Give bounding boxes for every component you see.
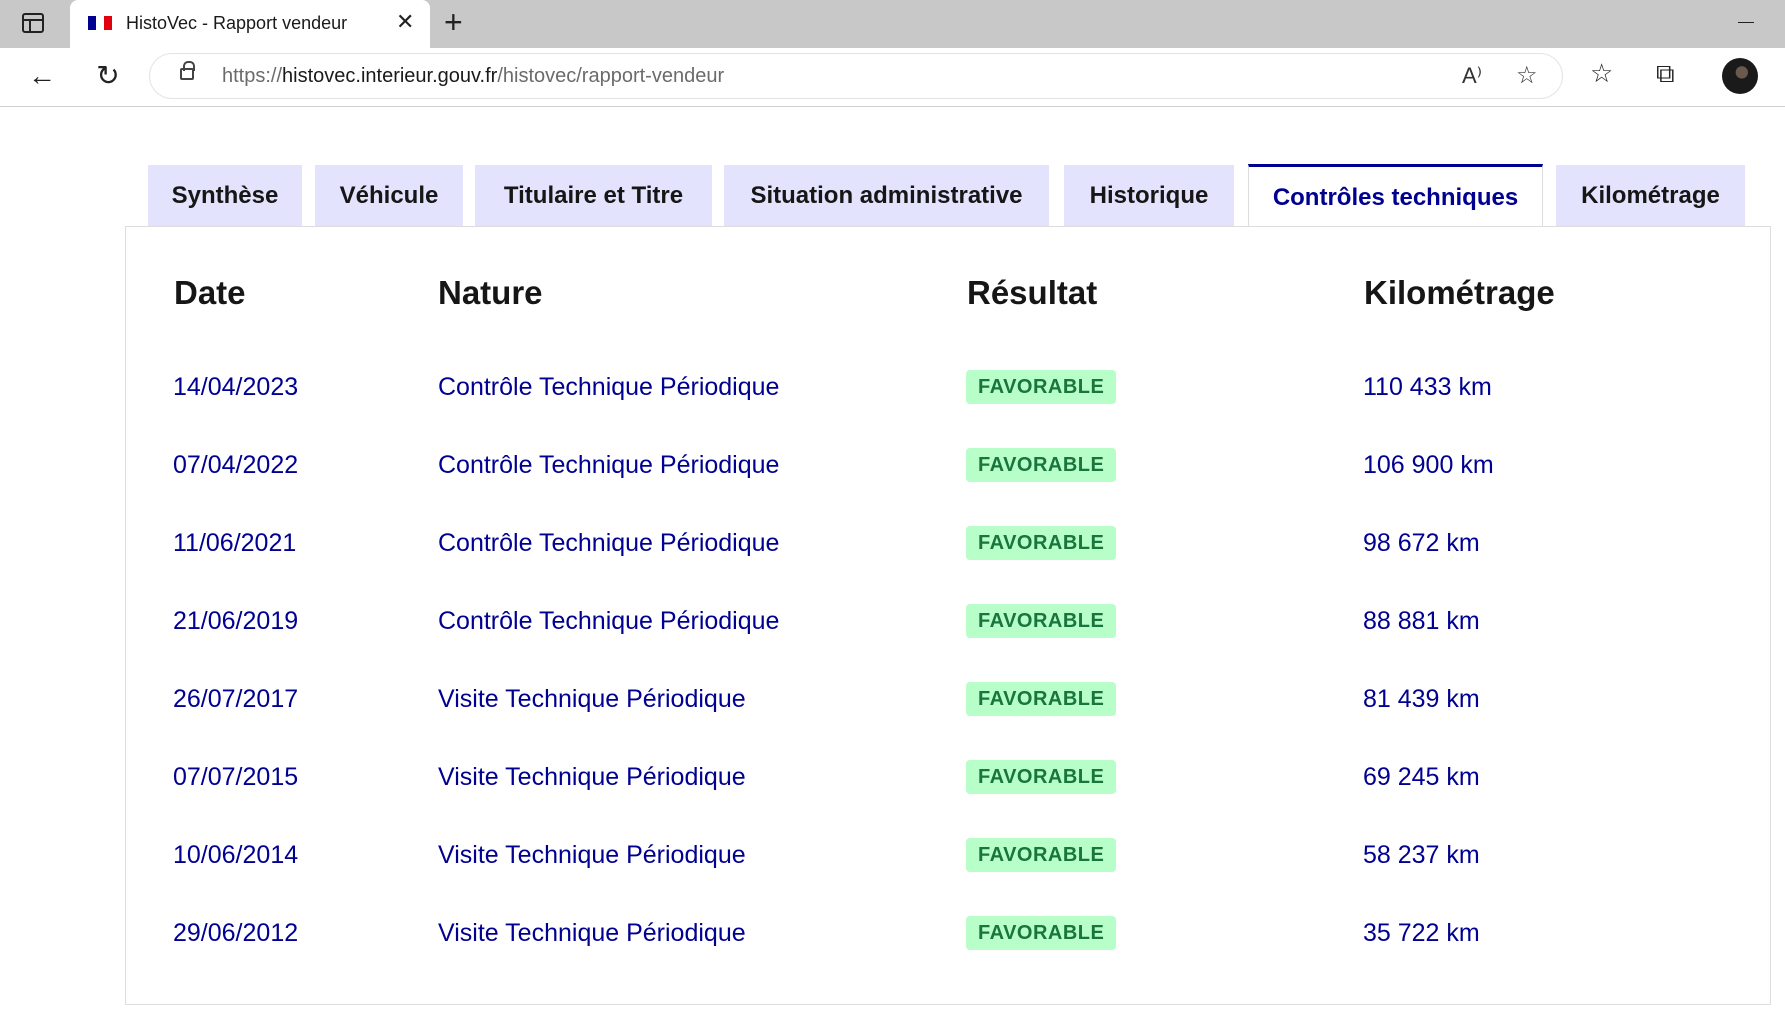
- reload-icon[interactable]: ↻: [90, 58, 126, 94]
- row-date: 29/06/2012: [173, 919, 299, 947]
- tab-controles-techniques[interactable]: Contrôles techniques: [1248, 164, 1543, 228]
- browser-tab[interactable]: HistoVec - Rapport vendeur ✕: [70, 0, 430, 48]
- close-tab-icon[interactable]: ✕: [396, 11, 414, 33]
- table-row: 07/04/2022 Contrôle Technique Périodique…: [0, 448, 1785, 518]
- tab-situation-administrative[interactable]: Situation administrative: [724, 165, 1049, 227]
- url-text[interactable]: https://histovec.interieur.gouv.fr/histo…: [222, 65, 724, 88]
- row-mileage: 35 722 km: [1363, 919, 1480, 947]
- row-date: 10/06/2014: [173, 841, 299, 869]
- tab-vehicule[interactable]: Véhicule: [315, 165, 463, 227]
- row-nature: Visite Technique Périodique: [438, 763, 746, 791]
- row-date: 07/04/2022: [173, 451, 299, 479]
- row-date: 21/06/2019: [173, 607, 299, 635]
- header-nature: Nature: [438, 274, 543, 311]
- row-mileage: 110 433 km: [1363, 373, 1492, 401]
- profile-avatar[interactable]: [1722, 58, 1758, 94]
- header-date: Date: [174, 274, 246, 311]
- row-mileage: 106 900 km: [1363, 451, 1494, 479]
- read-aloud-icon[interactable]: A⁾: [1462, 62, 1482, 90]
- status-badge: FAVORABLE: [966, 370, 1117, 404]
- row-nature: Visite Technique Périodique: [438, 685, 746, 713]
- status-badge: FAVORABLE: [966, 916, 1117, 950]
- add-favorite-icon[interactable]: ☆: [1516, 62, 1538, 90]
- header-mileage: Kilométrage: [1364, 274, 1555, 311]
- sidebar-toggle-icon[interactable]: [22, 13, 44, 33]
- address-bar[interactable]: https://histovec.interieur.gouv.fr/histo…: [150, 54, 1562, 98]
- lock-icon[interactable]: [180, 61, 195, 80]
- minimize-window-icon[interactable]: [1738, 22, 1754, 23]
- back-arrow-icon[interactable]: ←: [24, 58, 60, 94]
- status-badge: FAVORABLE: [966, 760, 1117, 794]
- row-mileage: 81 439 km: [1363, 685, 1480, 713]
- table-row: 11/06/2021 Contrôle Technique Périodique…: [0, 526, 1785, 596]
- row-date: 11/06/2021: [173, 529, 297, 557]
- status-badge: FAVORABLE: [966, 604, 1117, 638]
- row-nature: Contrôle Technique Périodique: [438, 529, 780, 557]
- row-mileage: 88 881 km: [1363, 607, 1480, 635]
- tab-titulaire-et-titre[interactable]: Titulaire et Titre: [475, 165, 712, 227]
- table-row: 29/06/2012 Visite Technique Périodique F…: [0, 916, 1785, 986]
- french-flag-icon: [88, 16, 112, 30]
- browser-toolbar: ← ↻ https://histovec.interieur.gouv.fr/h…: [0, 48, 1785, 107]
- header-result: Résultat: [967, 274, 1098, 311]
- row-nature: Contrôle Technique Périodique: [438, 373, 780, 401]
- collections-icon[interactable]: ⧉: [1656, 58, 1675, 88]
- row-date: 14/04/2023: [173, 373, 299, 401]
- tab-synthese[interactable]: Synthèse: [148, 165, 302, 227]
- row-mileage: 69 245 km: [1363, 763, 1480, 791]
- row-nature: Contrôle Technique Périodique: [438, 607, 780, 635]
- new-tab-icon[interactable]: +: [444, 6, 463, 38]
- table-row: 10/06/2014 Visite Technique Périodique F…: [0, 838, 1785, 908]
- tab-historique[interactable]: Historique: [1064, 165, 1234, 227]
- browser-tab-strip: HistoVec - Rapport vendeur ✕ +: [0, 0, 1785, 48]
- status-badge: FAVORABLE: [966, 448, 1117, 482]
- tab-kilometrage[interactable]: Kilométrage: [1556, 165, 1745, 227]
- row-date: 07/07/2015: [173, 763, 299, 791]
- table-row: 14/04/2023 Contrôle Technique Périodique…: [0, 370, 1785, 440]
- table-row: 07/07/2015 Visite Technique Périodique F…: [0, 760, 1785, 830]
- row-nature: Visite Technique Périodique: [438, 919, 746, 947]
- table-row: 21/06/2019 Contrôle Technique Périodique…: [0, 604, 1785, 674]
- status-badge: FAVORABLE: [966, 526, 1117, 560]
- row-nature: Contrôle Technique Périodique: [438, 451, 780, 479]
- row-mileage: 58 237 km: [1363, 841, 1480, 869]
- status-badge: FAVORABLE: [966, 682, 1117, 716]
- row-nature: Visite Technique Périodique: [438, 841, 746, 869]
- favorites-icon[interactable]: ☆: [1590, 58, 1613, 88]
- browser-tab-title: HistoVec - Rapport vendeur: [126, 13, 348, 33]
- table-row: 26/07/2017 Visite Technique Périodique F…: [0, 682, 1785, 752]
- row-date: 26/07/2017: [173, 685, 299, 713]
- status-badge: FAVORABLE: [966, 838, 1117, 872]
- row-mileage: 98 672 km: [1363, 529, 1480, 557]
